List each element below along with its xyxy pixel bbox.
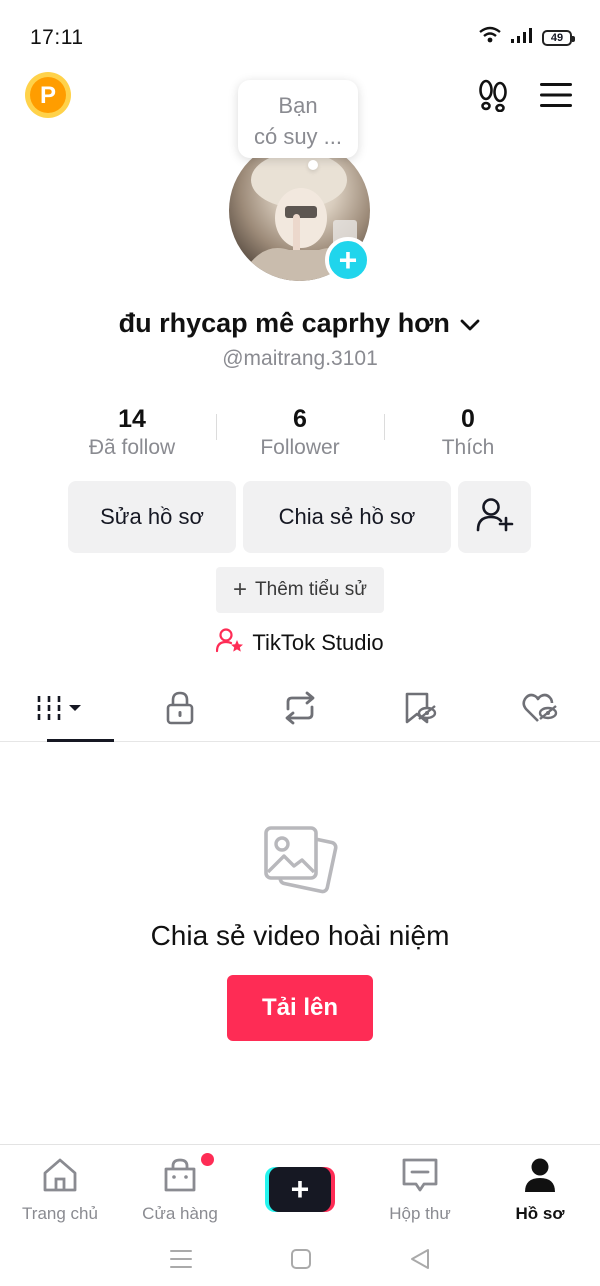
add-avatar-button[interactable]: + [325, 237, 371, 283]
bubble-text-line-2: có suy ... [253, 124, 343, 149]
display-name-row[interactable]: đu rhycap mê caprhy hơn [0, 308, 600, 340]
nav-profile[interactable]: Hồ sơ [480, 1145, 600, 1224]
home-icon [41, 1157, 79, 1198]
stat-label: Đã follow [88, 436, 176, 459]
notification-dot [201, 1153, 214, 1166]
back-icon[interactable] [409, 1248, 431, 1275]
create-icon: + [265, 1167, 335, 1212]
studio-label: TikTok Studio [252, 630, 384, 655]
battery-icon: 49 [542, 29, 575, 46]
edit-profile-button[interactable]: Sửa hồ sơ [68, 481, 236, 553]
status-bar: 17:11 49 [0, 0, 600, 70]
stat-value: 6 [293, 405, 307, 433]
inbox-icon [401, 1157, 439, 1198]
system-nav [0, 1236, 600, 1286]
studio-icon [216, 627, 244, 659]
nav-label: Trang chủ [22, 1204, 98, 1223]
thought-bubble[interactable]: Bạn có suy ... [238, 80, 358, 170]
repost-icon [282, 691, 318, 730]
shop-icon [162, 1157, 198, 1198]
username: @maitrang.3101 [222, 347, 378, 370]
add-user-icon [476, 496, 514, 538]
nav-shop[interactable]: Cửa hàng [120, 1145, 240, 1224]
tiktok-studio-link[interactable]: TikTok Studio [0, 627, 600, 659]
stats-row: 14 Đã follow 6 Follower 0 Thích [48, 404, 552, 464]
menu-icon[interactable] [540, 82, 572, 113]
recent-apps-icon[interactable] [169, 1248, 193, 1275]
add-friend-button[interactable] [458, 481, 531, 553]
wifi-icon [478, 26, 502, 49]
signal-icon [510, 26, 534, 49]
profile-icon [523, 1157, 557, 1198]
bookmark-hidden-icon [402, 691, 438, 730]
photo-gallery-icon [262, 824, 338, 905]
status-icons: 49 [478, 26, 575, 49]
add-bio-label: Thêm tiểu sử [255, 579, 367, 600]
empty-state-title: Chia sẻ video hoài niệm [150, 920, 450, 951]
nav-label: Hồ sơ [515, 1204, 565, 1223]
stat-value: 14 [118, 405, 146, 433]
stat-followers[interactable]: 6 Follower [216, 404, 384, 464]
stat-likes[interactable]: 0 Thích [384, 404, 552, 464]
nav-inbox[interactable]: Hộp thư [360, 1145, 480, 1224]
stat-value: 0 [461, 405, 475, 433]
coin-icon[interactable]: P [23, 72, 73, 118]
bubble-text-line-1: Bạn [278, 93, 318, 118]
nav-home[interactable]: Trang chủ [0, 1145, 120, 1224]
svg-text:P: P [40, 82, 56, 109]
bottom-nav: Trang chủ Cửa hàng + Hộp thư Hồ sơ [0, 1144, 600, 1224]
stat-label: Thích [441, 436, 495, 459]
top-right-icons [476, 78, 572, 117]
nav-create[interactable]: + [240, 1145, 360, 1224]
share-profile-button[interactable]: Chia sẻ hồ sơ [243, 481, 451, 553]
tab-reposts[interactable] [240, 680, 360, 741]
profile-tabs [0, 680, 600, 742]
profile-actions: Sửa hồ sơ Chia sẻ hồ sơ [68, 481, 531, 553]
videos-grid-icon [35, 693, 85, 728]
nav-label: Cửa hàng [142, 1204, 218, 1223]
nav-label: Hộp thư [389, 1204, 451, 1223]
footprints-icon[interactable] [476, 78, 510, 117]
chevron-down-icon [459, 309, 481, 340]
display-name: đu rhycap mê caprhy hơn [118, 308, 450, 338]
tab-videos[interactable] [0, 680, 120, 742]
tab-liked-hidden[interactable] [480, 680, 600, 741]
home-button-icon[interactable] [290, 1248, 312, 1275]
upload-button[interactable]: Tải lên [227, 975, 373, 1041]
stat-label: Follower [260, 436, 340, 459]
tab-private[interactable] [120, 680, 240, 741]
plus-icon: + [233, 576, 248, 603]
lock-icon [165, 691, 195, 730]
heart-hidden-icon [521, 691, 559, 730]
stat-following[interactable]: 14 Đã follow [48, 404, 216, 464]
add-bio-button[interactable]: + Thêm tiểu sử [216, 567, 384, 613]
tab-favorites-hidden[interactable] [360, 680, 480, 741]
status-time: 17:11 [30, 26, 84, 49]
